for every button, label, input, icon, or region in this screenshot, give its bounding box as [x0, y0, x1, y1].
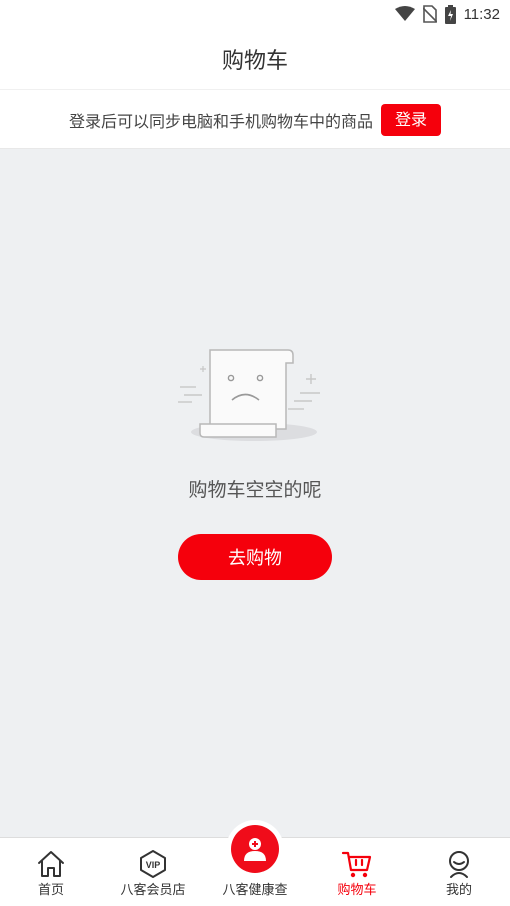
empty-cart-message: 购物车空空的呢 [188, 479, 322, 501]
status-time: 11:32 [463, 5, 500, 23]
svg-text:VIP: VIP [146, 860, 161, 870]
login-button[interactable]: 登录 [381, 103, 442, 136]
profile-icon [449, 851, 469, 878]
tab-home-label: 首页 [37, 883, 64, 898]
page-title: 购物车 [221, 48, 288, 74]
tab-cart-label: 购物车 [337, 883, 377, 898]
vip-icon: VIP [140, 850, 166, 878]
go-shopping-button[interactable]: 去购物 [178, 534, 332, 580]
cart-icon [341, 851, 372, 878]
tab-profile[interactable]: 我的 [408, 838, 510, 906]
bottom-tab-bar: 首页 VIP 八客会员店 八客健康查 购物车 我的 [0, 820, 510, 906]
wifi-icon [394, 6, 415, 21]
tab-vip-store[interactable]: VIP 八客会员店 [102, 838, 204, 906]
empty-cart-illustration [178, 349, 320, 441]
status-icons: 11:32 [394, 4, 500, 24]
health-icon [231, 825, 279, 873]
tab-cart[interactable]: 购物车 [306, 838, 408, 906]
tab-health-check-label: 八客健康查 [222, 883, 288, 898]
tab-health-check[interactable]: 八客健康查 [204, 820, 306, 906]
tab-profile-label: 我的 [445, 883, 472, 898]
title-bar: 购物车 [0, 28, 510, 90]
tab-vip-store-label: 八客会员店 [120, 883, 186, 898]
login-tip: 登录后可以同步电脑和手机购物车中的商品 [68, 111, 373, 131]
status-bar: 11:32 [0, 0, 510, 28]
empty-cart-area: 购物车空空的呢 去购物 [0, 149, 510, 837]
login-banner: 登录后可以同步电脑和手机购物车中的商品 登录 [0, 91, 510, 149]
tab-home[interactable]: 首页 [0, 838, 102, 906]
battery-icon [444, 4, 456, 24]
home-icon [38, 851, 64, 877]
no-sim-icon [422, 5, 437, 23]
